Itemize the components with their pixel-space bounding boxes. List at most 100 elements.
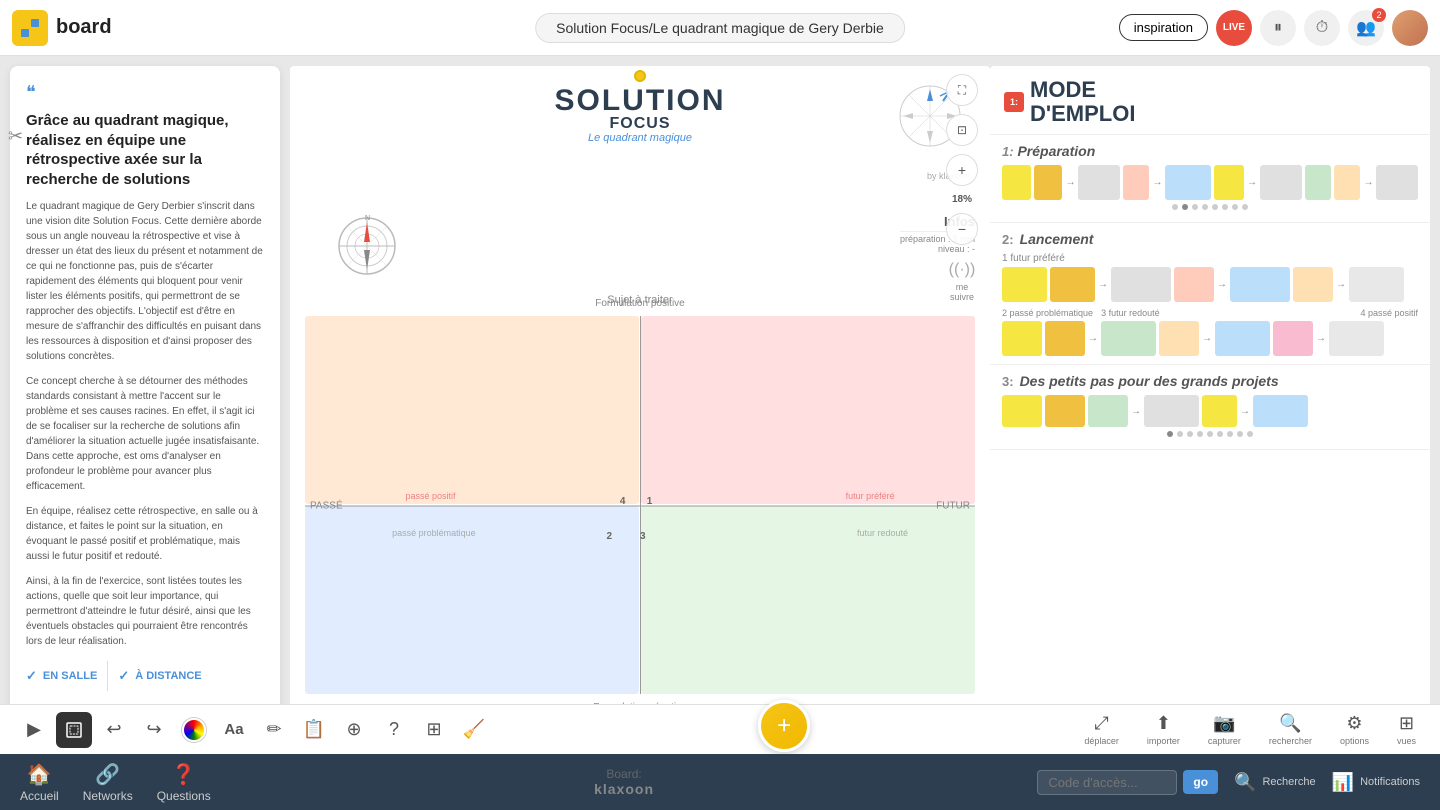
me-suivre-label: me suivre	[944, 282, 980, 302]
passe-label: PASSÉ	[310, 500, 343, 511]
recherche-label: Recherche	[1262, 776, 1315, 788]
svg-text:N: N	[365, 215, 370, 222]
networks-label: Networks	[83, 789, 133, 803]
rp-section-3-header: 3: Des petits pas pour des grands projet…	[1002, 373, 1418, 389]
text-button[interactable]: Aa	[216, 712, 252, 748]
scissor-icon[interactable]: ✂	[8, 126, 23, 147]
dot-s3-1	[1167, 431, 1173, 437]
options-label: options	[1340, 736, 1369, 746]
header: board Solution Focus/Le quadrant magique…	[0, 0, 1440, 56]
pause-button[interactable]: ⏸	[1260, 10, 1296, 46]
panel-badges: ✓ EN SALLE ✓ À DISTANCE	[26, 661, 264, 691]
dot-3	[1192, 204, 1198, 210]
undo-button[interactable]: ↩	[96, 712, 132, 748]
logo-icon[interactable]	[12, 10, 48, 46]
draw-button[interactable]: ✏	[256, 712, 292, 748]
wifi-follow-area: ((·)) me suivre	[944, 261, 980, 302]
notifications-label: Notifications	[1360, 776, 1420, 788]
quadrant-num-2: 2	[607, 531, 613, 542]
scroll-indicator-3	[1002, 431, 1418, 437]
card-gray-2	[1260, 165, 1302, 200]
dot-7	[1232, 204, 1238, 210]
rp-section-2-header: 2: Lancement	[1002, 231, 1418, 247]
sf-focus: FOCUS	[530, 116, 750, 132]
select-button[interactable]	[56, 712, 92, 748]
arrow-3: →	[1247, 177, 1257, 188]
card-yellow-2	[1214, 165, 1244, 200]
user-avatar[interactable]	[1392, 10, 1428, 46]
passe-positif-label: passé positif	[406, 491, 456, 501]
lc3	[1111, 267, 1171, 302]
card-orange-2	[1334, 165, 1360, 200]
s3c6	[1253, 395, 1308, 427]
main-board[interactable]: SOLUTION FOCUS Le quadrant magique by kl…	[290, 66, 990, 744]
inspiration-button[interactable]: inspiration	[1119, 14, 1208, 41]
help-button[interactable]: ?	[376, 712, 412, 748]
team-button[interactable]: 👥 2	[1348, 10, 1384, 46]
mode-emploi-badge: 1:	[1004, 92, 1024, 112]
notifications-item[interactable]: 📊 Notifications	[1332, 772, 1420, 793]
lc7	[1349, 267, 1404, 302]
expand-board-button[interactable]: ⊞	[416, 712, 452, 748]
notification-badge: 2	[1372, 8, 1386, 22]
importer-label: importer	[1147, 736, 1180, 746]
options-item[interactable]: ⚙ options	[1332, 709, 1377, 750]
zoom-in-button[interactable]: +	[946, 154, 978, 186]
add-center-button[interactable]: +	[758, 700, 810, 752]
timer-button[interactable]: ⏱	[1304, 10, 1340, 46]
en-salle-label: EN SALLE	[43, 670, 97, 682]
dot-s3-9	[1247, 431, 1253, 437]
networks-item[interactable]: 🔗 Networks	[83, 762, 133, 803]
go-button[interactable]: go	[1183, 770, 1218, 794]
rp-section-3: 3: Des petits pas pour des grands projet…	[990, 365, 1430, 450]
dot-6	[1222, 204, 1228, 210]
mode-emploi-header: 1: MODED'EMPLOI	[990, 66, 1430, 135]
panel-body-3: En équipe, réalisez cette rétrospective,…	[26, 504, 264, 564]
accueil-item[interactable]: 🏠 Accueil	[20, 762, 59, 803]
launch-sub-1: 1 futur préféré → → →	[1002, 253, 1418, 302]
note-button[interactable]: 📋	[296, 712, 332, 748]
redo-button[interactable]: ↪	[136, 712, 172, 748]
erase-button[interactable]: 🧹	[456, 712, 492, 748]
s3c3	[1088, 395, 1128, 427]
networks-icon: 🔗	[95, 762, 120, 787]
lc12	[1215, 321, 1270, 356]
quadrant-num-3: 3	[640, 531, 646, 542]
access-code-input[interactable]	[1037, 770, 1177, 795]
toolbar-center: +	[758, 704, 810, 756]
right-sidebar: ⛶ ⊡ + 18% − ((·)) me suivre	[944, 66, 980, 744]
check-en-salle: ✓	[26, 668, 37, 684]
vues-item[interactable]: ⊞ vues	[1389, 709, 1424, 750]
color-button[interactable]	[176, 712, 212, 748]
scroll-indicator-1	[1002, 204, 1418, 210]
card-blue-1	[1165, 165, 1210, 200]
rechercher-icon: 🔍	[1279, 713, 1301, 734]
questions-item[interactable]: ❓ Questions	[157, 762, 211, 803]
expand-button[interactable]: ⛶	[946, 74, 978, 106]
launch-sub-1-label: 1 futur préféré	[1002, 253, 1418, 264]
card-green-1	[1305, 165, 1331, 200]
importer-item[interactable]: ⬆ importer	[1139, 709, 1188, 750]
s3c4	[1144, 395, 1199, 427]
launch-sub-labels: 2 passé problématique 3 futur redouté 4 …	[1002, 308, 1418, 318]
header-title-button[interactable]: Solution Focus/Le quadrant magique de Ge…	[535, 13, 905, 43]
recherche-item[interactable]: 🔍 Recherche	[1234, 772, 1316, 793]
deplacer-item[interactable]: ⤢ déplacer	[1076, 709, 1127, 750]
arrow-4: →	[1363, 177, 1373, 188]
arrows-button[interactable]: ⊕	[336, 712, 372, 748]
zoom-out-button[interactable]: −	[946, 213, 978, 245]
shrink-button[interactable]: ⊡	[946, 114, 978, 146]
quadrant-cell-bottom-right	[641, 506, 975, 694]
rechercher-item[interactable]: 🔍 rechercher	[1261, 709, 1320, 750]
live-button[interactable]: LIVE	[1216, 10, 1252, 46]
dot-5	[1212, 204, 1218, 210]
dot-4	[1202, 204, 1208, 210]
dot-1	[1172, 204, 1178, 210]
capturer-item[interactable]: 📷 capturer	[1200, 709, 1249, 750]
play-button[interactable]: ▶	[16, 712, 52, 748]
quadrant-cell-top-left	[305, 316, 639, 504]
avatar-image	[1392, 10, 1428, 46]
lc11	[1159, 321, 1199, 356]
capturer-icon: 📷	[1213, 713, 1235, 734]
questions-label: Questions	[157, 789, 211, 803]
